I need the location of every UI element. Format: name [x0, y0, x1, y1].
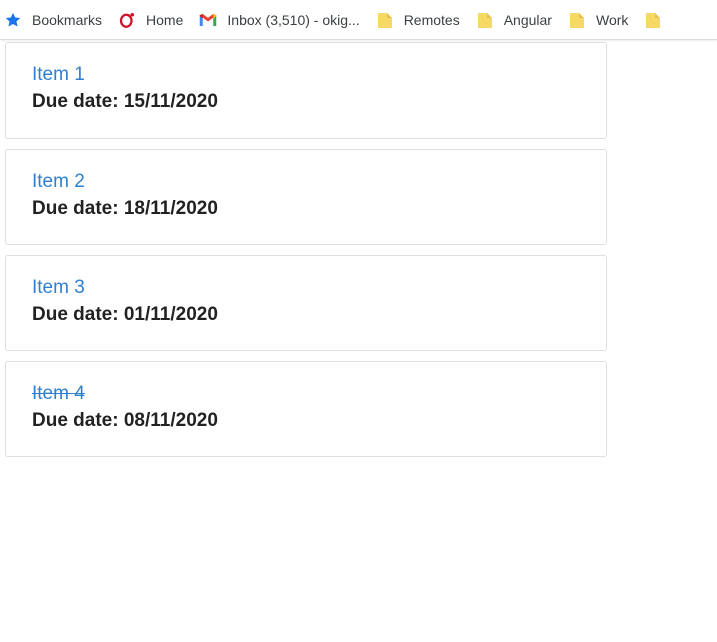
star-icon	[4, 11, 22, 29]
item-title-link[interactable]: Item 3	[32, 276, 580, 300]
bookmark-label: Remotes	[403, 11, 460, 28]
item-title-link[interactable]: Item 4	[32, 382, 580, 406]
bookmark-label: Work	[595, 11, 629, 28]
bookmark-label: Angular	[503, 11, 552, 28]
due-date: Due date: 15/11/2020	[32, 91, 218, 112]
bookmark-label: Inbox (3,510) - okig...	[227, 11, 360, 28]
gmail-icon	[199, 11, 217, 29]
folder-icon	[568, 11, 586, 29]
bookmark-work[interactable]: Work	[562, 6, 634, 34]
bookmark-remotes[interactable]: Remotes	[370, 6, 466, 34]
due-date: Due date: 08/11/2020	[32, 410, 218, 431]
folder-icon	[644, 11, 662, 29]
todo-card: Item 2 Due date: 18/11/2020	[5, 149, 607, 245]
item-title-link[interactable]: Item 1	[32, 63, 580, 87]
todo-card: Item 1 Due date: 15/11/2020	[5, 42, 607, 139]
todo-list: Item 1 Due date: 15/11/2020 Item 2 Due d…	[5, 42, 607, 467]
bookmark-overflow-folder[interactable]	[638, 6, 678, 34]
bookmark-bookmarks[interactable]: Bookmarks	[0, 6, 108, 34]
opera-icon	[118, 11, 136, 29]
bookmark-label: Bookmarks	[32, 11, 103, 28]
bookmark-angular[interactable]: Angular	[470, 6, 558, 34]
item-title-link[interactable]: Item 2	[32, 170, 580, 194]
bookmark-label: Home	[146, 11, 184, 28]
folder-icon	[476, 11, 494, 29]
folder-icon	[376, 11, 394, 29]
todo-card: Item 3 Due date: 01/11/2020	[5, 255, 607, 351]
due-date: Due date: 01/11/2020	[32, 304, 218, 325]
bookmarks-bar: Bookmarks Home Inbox (3,510) - okig... R…	[0, 0, 717, 40]
todo-card: Item 4 Due date: 08/11/2020	[5, 361, 607, 457]
bookmark-home[interactable]: Home	[112, 6, 189, 34]
due-date: Due date: 18/11/2020	[32, 198, 218, 219]
bookmark-inbox[interactable]: Inbox (3,510) - okig...	[193, 6, 365, 34]
